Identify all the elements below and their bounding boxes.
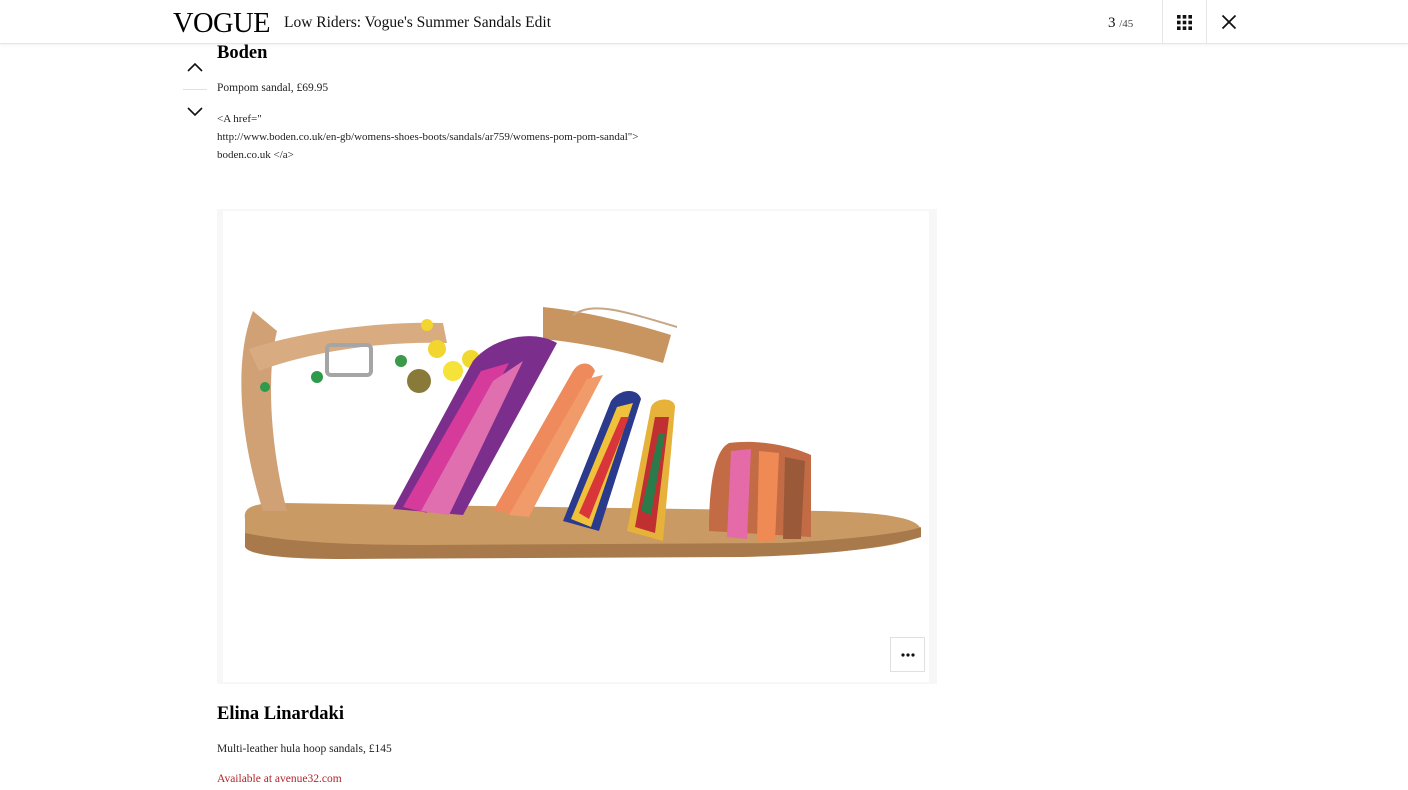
counter-current: 3 [1108, 15, 1116, 31]
close-icon [1221, 14, 1236, 30]
availability-link[interactable]: Available at avenue32.com [217, 772, 342, 786]
chevron-up-icon [187, 62, 203, 72]
gallery-title: Low Riders: Vogue's Summer Sandals Edit [284, 14, 552, 31]
next-button[interactable] [183, 100, 207, 124]
item-description: Pompom sandal, £69.95 [217, 82, 329, 94]
link-line: boden.co.uk </a> [217, 149, 294, 161]
nav-divider [183, 89, 207, 90]
link-line: http://www.boden.co.uk/en-gb/womens-shoe… [217, 131, 639, 143]
close-button[interactable] [1207, 0, 1250, 44]
item-description: Multi-leather hula hoop sandals, £145 [217, 743, 392, 755]
sandal-image [241, 307, 922, 559]
item-link-source: <A href=" http://www.boden.co.uk/en-gb/w… [217, 110, 697, 164]
grid-icon [1177, 14, 1192, 30]
chevron-down-icon [187, 107, 203, 117]
top-bar: VOGUE Low Riders: Vogue's Summer Sandals… [0, 0, 1408, 44]
counter-total: /45 [1119, 18, 1134, 30]
more-dots-icon [900, 652, 915, 657]
vogue-logo[interactable]: VOGUE [173, 6, 271, 40]
image-more-button[interactable] [890, 637, 925, 672]
slide-counter: 3 /45 [1108, 14, 1133, 33]
previous-button[interactable] [183, 55, 207, 79]
link-line: <A href=" [217, 113, 262, 125]
grid-view-button[interactable] [1163, 0, 1206, 44]
item-brand: Elina Linardaki [217, 704, 344, 724]
product-image-frame [217, 209, 937, 684]
item-brand: Boden [217, 43, 268, 63]
product-image[interactable] [223, 211, 929, 682]
